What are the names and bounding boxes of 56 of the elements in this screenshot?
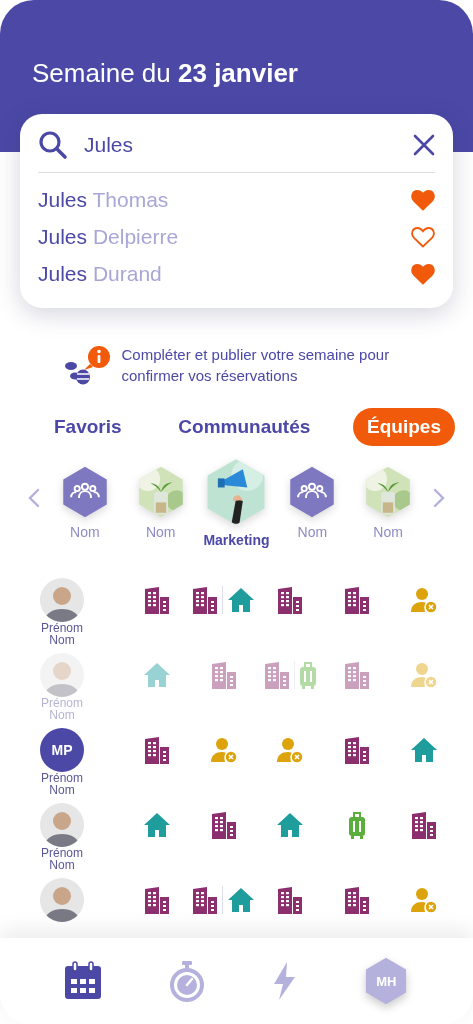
house-icon[interactable]: [227, 587, 256, 613]
team-name: Nom: [297, 524, 328, 540]
person-name: Prénom: [41, 772, 83, 784]
building-icon[interactable]: [277, 586, 304, 614]
house-icon[interactable]: [143, 662, 172, 688]
building-icon[interactable]: [144, 736, 171, 764]
person-cross-icon[interactable]: [209, 737, 238, 763]
person-cross-icon[interactable]: [276, 737, 305, 763]
house-icon[interactable]: [143, 812, 172, 838]
result-name[interactable]: Jules Durand: [38, 261, 162, 286]
chevron-right-icon[interactable]: [432, 488, 445, 508]
building-icon[interactable]: [344, 886, 371, 914]
person-name: Nom: [49, 709, 75, 721]
person-cross-icon[interactable]: [409, 587, 438, 613]
person-name: Prénom: [41, 847, 83, 859]
team-name: Nom: [145, 524, 176, 540]
filter-tab[interactable]: Communautés: [164, 408, 325, 446]
building-icon[interactable]: [210, 811, 237, 839]
building-icon[interactable]: [277, 886, 304, 914]
filter-tab[interactable]: Favoris: [40, 408, 136, 446]
person-name: Prénom: [41, 697, 83, 709]
building-icon[interactable]: [144, 586, 171, 614]
person-cross-icon[interactable]: [409, 887, 438, 913]
calendar-tab[interactable]: [62, 961, 103, 1001]
building-icon[interactable]: [192, 886, 219, 914]
heart-icon[interactable]: [411, 225, 435, 248]
chevron-left-icon[interactable]: [28, 488, 40, 508]
team-name: Nom: [373, 524, 403, 540]
person-name: Nom: [49, 859, 75, 871]
week-title: Semaine du 23 janvier: [32, 58, 299, 89]
team-name: Marketing: [203, 532, 270, 548]
search-icon: [38, 130, 68, 160]
building-icon[interactable]: [344, 586, 371, 614]
house-icon[interactable]: [276, 812, 305, 838]
team-name: Nom: [70, 524, 100, 540]
result-name[interactable]: Jules Delpierre: [38, 224, 179, 249]
person-name: Nom: [49, 784, 75, 796]
building-icon[interactable]: [344, 736, 371, 764]
person-name: Prénom: [41, 622, 83, 634]
suitcase-icon[interactable]: [348, 811, 367, 839]
profile-initials: MH: [376, 973, 397, 989]
building-icon[interactable]: [410, 811, 437, 839]
close-icon[interactable]: [413, 134, 435, 156]
person-name: Nom: [49, 634, 75, 646]
avatar-initials: MP: [40, 728, 84, 772]
house-icon[interactable]: [409, 737, 438, 763]
building-icon[interactable]: [144, 886, 171, 914]
heart-icon[interactable]: [411, 188, 435, 211]
search-field[interactable]: Jules: [84, 133, 397, 157]
stopwatch-tab[interactable]: [167, 960, 206, 1002]
heart-icon[interactable]: [411, 262, 435, 285]
lightning-tab[interactable]: [271, 961, 298, 1001]
notice-text: Compléter et publier votre semaine pour confirmer vos réservations: [121, 345, 391, 386]
house-icon[interactable]: [227, 887, 256, 913]
result-name[interactable]: Jules Thomas: [38, 187, 169, 212]
building-icon[interactable]: [192, 586, 219, 614]
